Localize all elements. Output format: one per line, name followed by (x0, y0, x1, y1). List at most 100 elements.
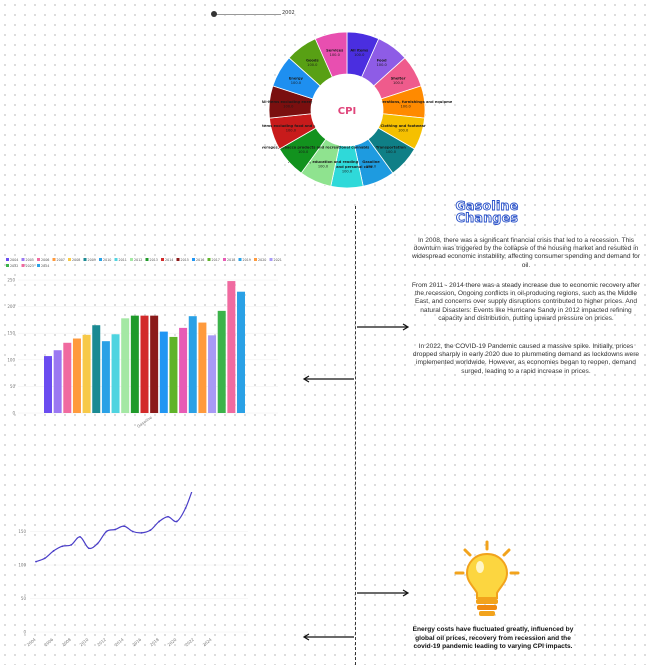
legend-label: 2011 (119, 258, 127, 262)
slice-label: Shelter (391, 77, 406, 81)
x-tick-label: 2012 (96, 637, 107, 648)
line-point (61, 545, 64, 548)
x-tick-label: 2018 (149, 637, 160, 648)
bar-2010 (101, 341, 110, 413)
slider-track (213, 14, 281, 15)
y-tick-label: 0 (12, 411, 15, 416)
line-point (114, 528, 117, 531)
bar-2013 (130, 315, 139, 413)
bar-2024 (237, 291, 245, 413)
legend-label: 2014 (165, 258, 173, 262)
bar-2004 (44, 356, 52, 413)
line-point (184, 507, 187, 509)
line-point (35, 560, 37, 563)
slice-label: Goods (306, 58, 319, 62)
paragraph-2022: In 2022, the COVID-19 Pandemic caused a … (412, 343, 640, 375)
bar-2014 (140, 315, 149, 413)
legend-label: 2008 (72, 258, 80, 262)
legend-label: 2024 (41, 264, 49, 268)
legend-swatch (223, 258, 226, 261)
legend-label: 2016 (196, 258, 204, 262)
legend-swatch (238, 258, 242, 261)
line-point (87, 547, 90, 550)
slice-label: Food (377, 58, 387, 62)
slice-value: 100.0 (386, 150, 397, 154)
bar-2022 (217, 310, 226, 413)
arrow-right-icon (357, 323, 410, 331)
bar-2023 (227, 281, 236, 413)
legend-label: 2018 (227, 258, 235, 262)
x-tick-label: 2024 (202, 637, 213, 648)
slice-value: 100.0 (291, 81, 302, 85)
x-tick-label: 2004 (26, 637, 37, 648)
legend-swatch (254, 258, 257, 261)
gasoline-bar-chart: 2004 2005 2006 2007 2008 2009 2010 2011 2012 2013… (6, 258, 282, 429)
arrow-right-icon (357, 589, 410, 597)
line-point (140, 531, 143, 534)
legend-label: 2013 (150, 258, 158, 262)
legend-swatch (6, 264, 9, 267)
x-tick-label: 2020 (166, 637, 177, 648)
legend-swatch (37, 258, 40, 261)
bar-2012 (121, 318, 130, 413)
legend-swatch (6, 258, 9, 261)
arrow-left-icon (302, 375, 354, 383)
legend-label: 2021 (274, 258, 282, 262)
y-tick-label: 0 (23, 630, 26, 635)
bar-2005 (53, 350, 62, 413)
slice-label: All items (350, 48, 368, 52)
slice-value: 100.0 (398, 129, 409, 133)
line-point (123, 525, 125, 528)
y-tick-label: 50 (10, 384, 16, 389)
donut-center-label: CPI (338, 106, 356, 117)
slice-label: Clothing and footwear (381, 124, 426, 128)
slider-handle[interactable] (211, 11, 217, 17)
slice-value: 100.0 (318, 164, 329, 168)
paragraph-2008: In 2008, there was a significant financi… (411, 237, 641, 269)
x-tick-label: Gasoline (136, 414, 153, 428)
bar-2015 (150, 315, 159, 413)
y-tick-label: 50 (21, 596, 27, 601)
bar-2011 (111, 334, 120, 413)
slice-label: Gasoline (362, 160, 380, 164)
slice-value: 100.0 (330, 53, 341, 57)
page-title: Gasoline Changes (432, 199, 542, 224)
legend-label: 2004 (10, 258, 18, 262)
x-tick-label: 2014 (114, 637, 125, 648)
arrow-left-icon (302, 633, 354, 641)
x-tick-label: 2008 (61, 637, 72, 648)
bar-2019 (188, 316, 197, 413)
bar-2016 (159, 331, 168, 413)
bar-2021 (208, 335, 217, 413)
legend-label: 2010 (103, 258, 111, 262)
line-point (149, 529, 152, 532)
legend-swatch (176, 258, 180, 261)
line-point (96, 542, 99, 545)
legend-swatch (207, 258, 211, 261)
slice-value: 100.0 (342, 170, 353, 174)
legend-swatch (269, 258, 273, 261)
y-tick-label: 250 (7, 278, 15, 283)
bar-2020 (198, 322, 207, 413)
slice-value: 100.0 (283, 104, 294, 108)
line-point (105, 530, 108, 533)
line-point (131, 530, 134, 533)
slice-value: 100.0 (354, 53, 365, 57)
line-point (79, 535, 81, 538)
bar-2009 (92, 325, 101, 413)
legend-swatch (21, 258, 25, 261)
legend-label: 2007 (57, 258, 65, 262)
legend-swatch (52, 258, 56, 261)
y-tick-label: 150 (18, 529, 26, 534)
line-point (175, 520, 178, 523)
slice-label: All-items excluding energy (262, 100, 316, 104)
slice-value: 100.0 (286, 129, 297, 133)
x-tick-label: 2022 (184, 637, 195, 648)
y-tick-label: 200 (7, 304, 15, 309)
x-tick-label: 2016 (131, 637, 142, 648)
slice-value: 100.0 (307, 63, 318, 67)
y-tick-label: 150 (7, 331, 15, 336)
x-tick-label: 2006 (43, 637, 54, 648)
slice-label: Energy (289, 77, 304, 81)
bar-2018 (179, 327, 188, 413)
